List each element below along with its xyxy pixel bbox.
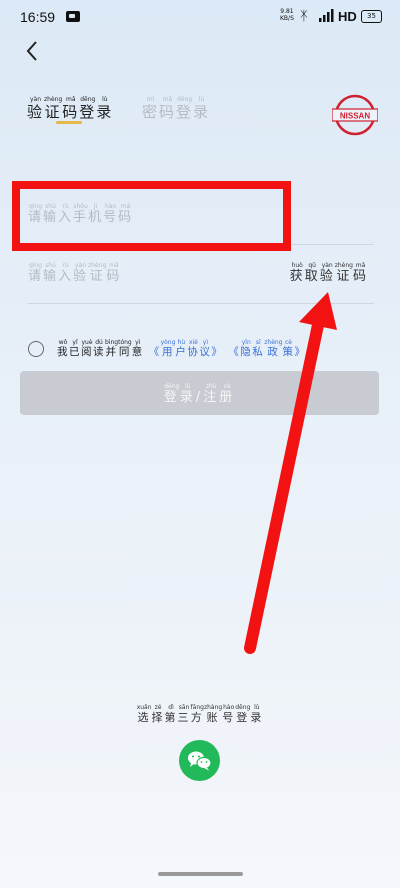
wechat-login-button[interactable] (179, 740, 220, 781)
network-type: HD (338, 9, 357, 24)
bluetooth-icon: ᛡ (300, 9, 308, 24)
verification-code-field[interactable]: 请qǐng输shū入rù验yàn证zhèng码mǎ 获huò取qǔ验yàn证zh… (28, 254, 374, 304)
agreement-text: 我wǒ已yǐ阅yuè读dú并bìng同tóng意yì 《用yòng户hù协xié… (57, 339, 307, 359)
network-speed-unit: KB/S (280, 15, 294, 22)
privacy-policy-link[interactable]: 《隐yǐn私sī政zhèng策cè》 (228, 339, 306, 358)
login-register-button[interactable]: 登dēng录lù/注zhù册cè (20, 371, 379, 415)
agreement-prefix: 我wǒ已yǐ阅yuè读dú并bìng同tóng意yì (57, 339, 144, 358)
home-indicator (158, 872, 243, 876)
annotation-highlight-box (12, 181, 291, 251)
third-party-login-label: 选xuǎn择zé第dì三sān方fāng账zhàng号hào登dēng录lù (136, 704, 264, 724)
get-code-button[interactable]: 获huò取qǔ验yàn证zhèng码mǎ (290, 262, 368, 284)
network-speed: 9.81 KB/S (280, 8, 294, 22)
active-tab-indicator (56, 121, 82, 124)
tab-password-login[interactable]: 密mì码mǎ登dēng录lù (142, 96, 210, 122)
tab-code-login[interactable]: 验yàn证zhèng码mǎ登dēng录lù (27, 96, 113, 122)
status-time: 16:59 (20, 9, 56, 25)
battery-icon: 35 (361, 10, 382, 23)
code-field-underline (28, 303, 374, 304)
back-arrow-icon[interactable] (22, 38, 44, 64)
wechat-icon (188, 751, 212, 771)
network-speed-value: 9.81 (280, 8, 294, 15)
signal-icon (319, 9, 334, 22)
logo-text: NISSAN (340, 112, 370, 121)
notification-icon (66, 11, 80, 22)
nissan-logo: NISSAN (332, 94, 378, 136)
agreement-checkbox[interactable] (28, 341, 44, 357)
code-field-placeholder: 请qǐng输shū入rù验yàn证zhèng码mǎ (28, 262, 122, 284)
user-agreement-link[interactable]: 《用yòng户hù协xié议yì》 (149, 339, 224, 358)
login-button-label: 登dēng录lù/注zhù册cè (163, 383, 236, 405)
